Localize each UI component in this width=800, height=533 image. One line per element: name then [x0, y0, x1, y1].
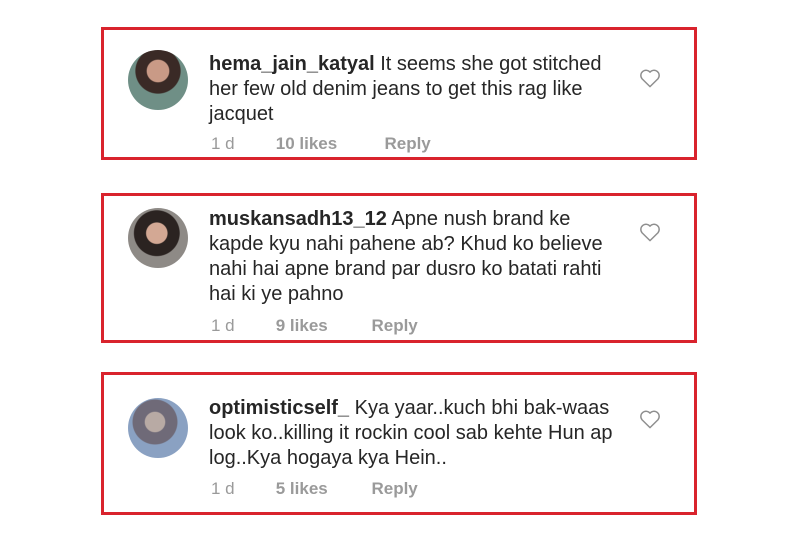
- like-count[interactable]: 5 likes: [276, 479, 367, 499]
- comment-time: 1 d: [211, 479, 235, 498]
- heart-outline-icon[interactable]: [639, 222, 661, 242]
- avatar[interactable]: [128, 50, 188, 110]
- like-count[interactable]: 9 likes: [276, 316, 367, 336]
- reply-button[interactable]: Reply: [371, 316, 417, 336]
- comment-time: 1 d: [211, 316, 235, 335]
- comment-meta: 1 d 5 likes Reply: [211, 479, 418, 499]
- avatar[interactable]: [128, 398, 188, 458]
- comment-meta: 1 d 10 likes Reply: [211, 134, 431, 154]
- comment-time: 1 d: [211, 134, 235, 153]
- reply-button[interactable]: Reply: [384, 134, 430, 154]
- username-link[interactable]: muskansadh13_12: [209, 208, 387, 230]
- comment-text-block: muskansadh13_12 Apne nush brand ke kapde…: [209, 207, 619, 307]
- avatar[interactable]: [128, 208, 188, 268]
- username-link[interactable]: optimisticself_: [209, 397, 349, 419]
- username-link[interactable]: hema_jain_katyal: [209, 53, 375, 75]
- like-count[interactable]: 10 likes: [276, 134, 380, 154]
- comment-text-block: optimisticself_ Kya yaar..kuch bhi bak-w…: [209, 396, 619, 471]
- heart-outline-icon[interactable]: [639, 409, 661, 429]
- comment-card: muskansadh13_12 Apne nush brand ke kapde…: [101, 193, 697, 343]
- heart-outline-icon[interactable]: [639, 68, 661, 88]
- comment-card: hema_jain_katyal It seems she got stitch…: [101, 27, 697, 160]
- comment-meta: 1 d 9 likes Reply: [211, 316, 418, 336]
- reply-button[interactable]: Reply: [371, 479, 417, 499]
- comment-text-block: hema_jain_katyal It seems she got stitch…: [209, 52, 619, 127]
- comment-card: optimisticself_ Kya yaar..kuch bhi bak-w…: [101, 372, 697, 515]
